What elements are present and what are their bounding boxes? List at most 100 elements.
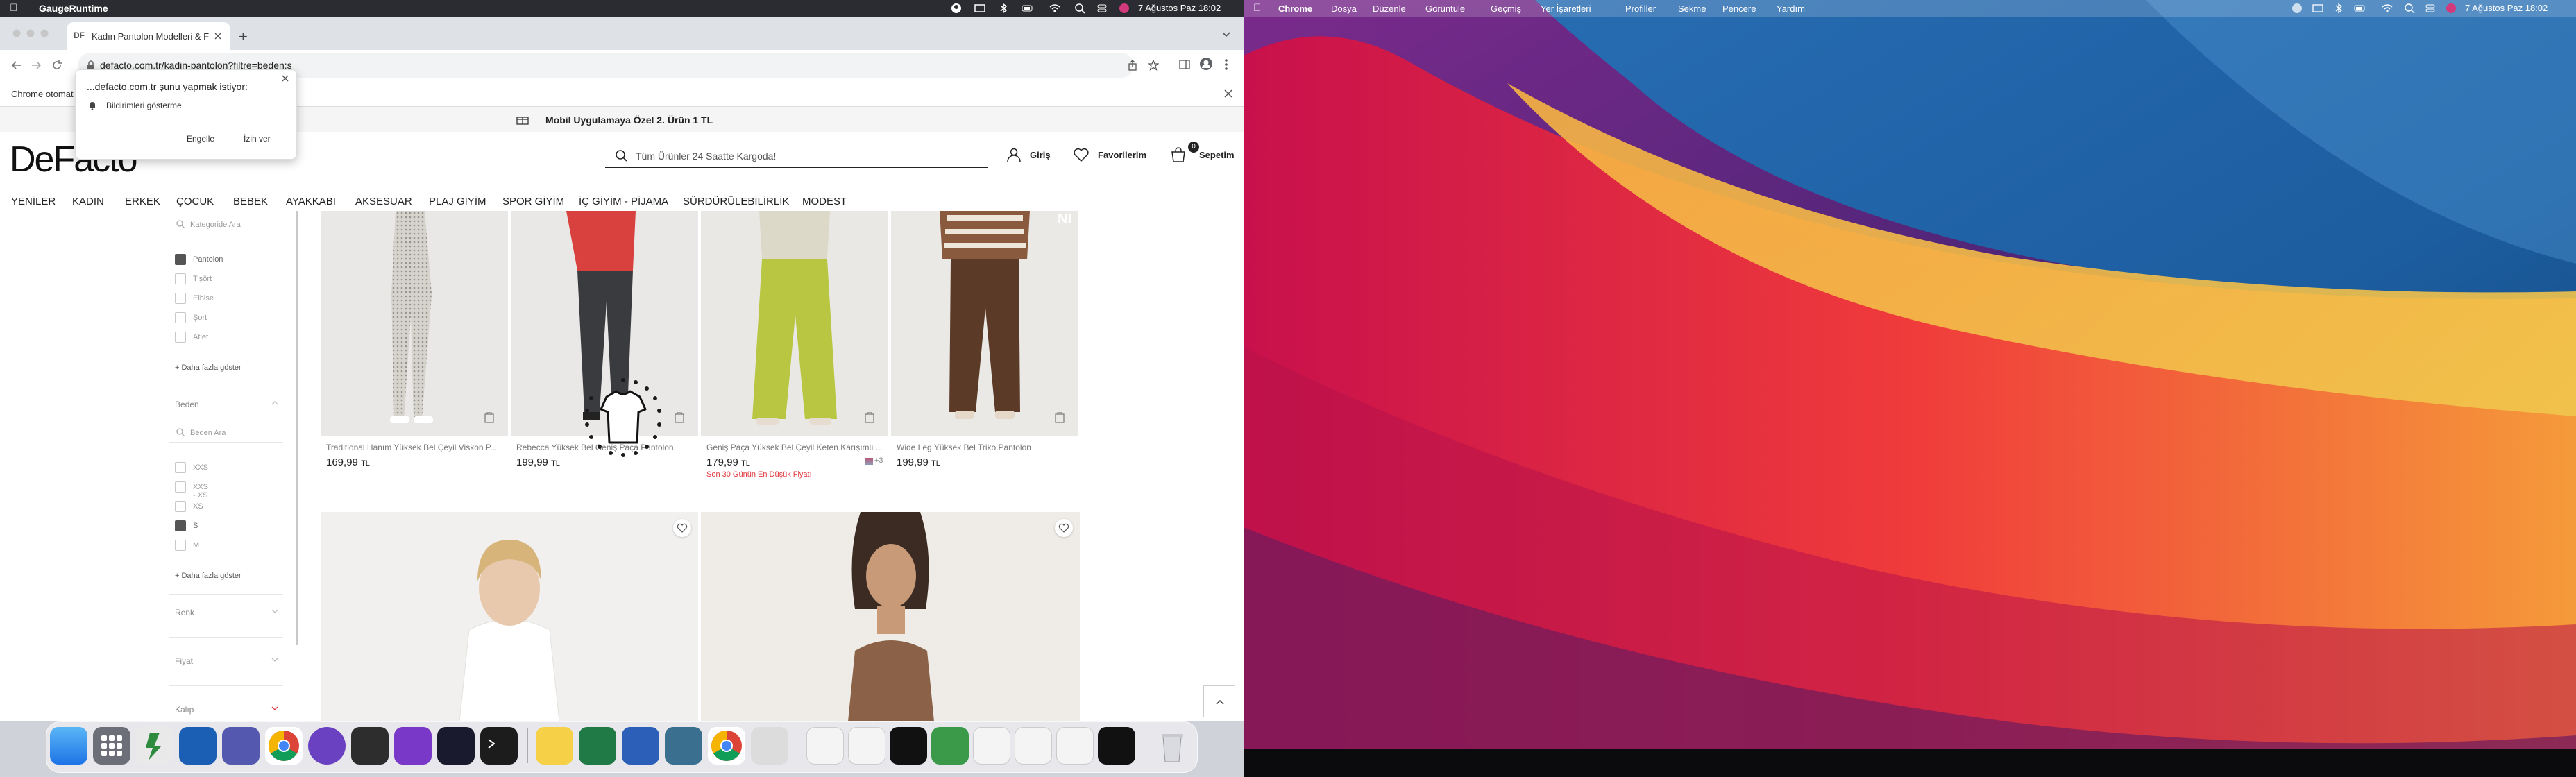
- menu-history[interactable]: Geçmiş: [1491, 3, 1521, 14]
- menu-file[interactable]: Dosya: [1331, 3, 1357, 14]
- chevron-down-icon[interactable]: [271, 608, 279, 615]
- favorites-link[interactable]: Favorilerim: [1098, 150, 1146, 160]
- checkbox[interactable]: [175, 293, 186, 304]
- product-name[interactable]: Traditional Hanım Yüksek Bel Çeyil Visko…: [326, 443, 504, 452]
- recent-window-thumb[interactable]: [973, 727, 1010, 765]
- chevron-down-icon[interactable]: [271, 656, 279, 663]
- nav-surdurulebilirlik[interactable]: SÜRDÜRÜLEBİLİRLİK: [683, 196, 789, 207]
- apple-icon[interactable]: : [10, 2, 17, 14]
- zoom-window-icon[interactable]: [40, 29, 49, 37]
- menu-view[interactable]: Görüntüle: [1425, 3, 1465, 14]
- allow-button[interactable]: İzin ver: [244, 134, 271, 144]
- trash-icon[interactable]: [1153, 727, 1191, 765]
- chrome-icon[interactable]: [265, 727, 303, 765]
- checkbox[interactable]: [175, 540, 186, 551]
- search-icon[interactable]: [2404, 3, 2415, 14]
- more-categories-link[interactable]: + Daha fazla göster: [175, 364, 242, 372]
- checkbox[interactable]: [175, 501, 186, 512]
- favorite-heart-icon[interactable]: [1055, 519, 1073, 537]
- terminal-icon[interactable]: [480, 727, 518, 765]
- cart-icon[interactable]: [1170, 147, 1187, 162]
- checkbox[interactable]: [175, 332, 186, 343]
- close-window-icon[interactable]: [12, 29, 21, 37]
- excel-icon[interactable]: [579, 727, 616, 765]
- product-card[interactable]: NI: [891, 211, 1078, 436]
- color-filter-header[interactable]: Renk: [175, 608, 194, 617]
- popup-close-icon[interactable]: [281, 74, 289, 83]
- menu-tab[interactable]: Sekme: [1678, 3, 1706, 14]
- battery-icon[interactable]: [1022, 3, 1033, 14]
- control-center-icon[interactable]: [1096, 3, 1108, 14]
- chrome-icon-2[interactable]: [708, 727, 745, 765]
- menu-window[interactable]: Pencere: [1722, 3, 1756, 14]
- arc-icon[interactable]: [308, 727, 346, 765]
- menu-chrome[interactable]: Chrome: [1278, 3, 1312, 14]
- nav-bebek[interactable]: BEBEK: [233, 196, 268, 207]
- clock-left[interactable]: 7 Ağustos Paz 18:02: [1138, 3, 1221, 13]
- checkbox[interactable]: [175, 312, 186, 323]
- nav-ic-giyim[interactable]: İÇ GİYİM - PİJAMA: [579, 196, 668, 207]
- nav-aksesuar[interactable]: AKSESUAR: [355, 196, 412, 207]
- size-filter-header[interactable]: Beden: [175, 400, 199, 409]
- tab-active[interactable]: DF Kadın Pantolon Modelleri & Fiy: [67, 22, 230, 50]
- reload-icon[interactable]: [51, 60, 62, 71]
- display-icon[interactable]: [2312, 3, 2323, 14]
- recent-window-thumb[interactable]: [931, 727, 969, 765]
- user-icon[interactable]: [951, 3, 962, 14]
- wifi-icon[interactable]: [1049, 3, 1060, 14]
- onenote-icon[interactable]: [394, 727, 432, 765]
- menu-edit[interactable]: Düzenle: [1373, 3, 1406, 14]
- gauge-app-icon[interactable]: [136, 727, 173, 765]
- nav-modest[interactable]: MODEST: [802, 196, 847, 207]
- heart-icon[interactable]: [1073, 147, 1090, 162]
- chevron-up-icon[interactable]: [271, 400, 279, 407]
- fit-filter-header[interactable]: Kalıp: [175, 705, 194, 715]
- swatch-more-count[interactable]: +3: [874, 456, 883, 465]
- battery-icon[interactable]: [2354, 3, 2366, 14]
- preview-icon[interactable]: [665, 727, 702, 765]
- nav-ayakkabi[interactable]: AYAKKABI: [286, 196, 336, 207]
- nav-erkek[interactable]: ERKEK: [125, 196, 160, 207]
- category-search-input[interactable]: Kategoride Ara: [169, 215, 283, 234]
- quick-add-icon[interactable]: [673, 411, 686, 423]
- menu-help[interactable]: Yardım: [1777, 3, 1805, 14]
- siri-icon[interactable]: [2446, 3, 2457, 14]
- price-filter-header[interactable]: Fiyat: [175, 656, 193, 666]
- recent-window-thumb[interactable]: [1098, 727, 1135, 765]
- nav-kadin[interactable]: KADIN: [72, 196, 104, 207]
- size-search-input[interactable]: Beden Ara: [169, 423, 283, 443]
- display-icon[interactable]: [974, 3, 985, 14]
- cart-link[interactable]: Sepetim: [1199, 150, 1235, 160]
- control-center-icon[interactable]: [2425, 3, 2436, 14]
- recent-window-thumb[interactable]: [1015, 727, 1052, 765]
- more-sizes-link[interactable]: + Daha fazla göster: [175, 572, 242, 580]
- product-card[interactable]: [701, 211, 888, 436]
- nav-cocuk[interactable]: ÇOCUK: [176, 196, 214, 207]
- favorite-heart-icon[interactable]: [673, 519, 691, 537]
- quick-add-icon[interactable]: [1053, 411, 1066, 423]
- recent-window-thumb[interactable]: [848, 727, 886, 765]
- nav-spor-giyim[interactable]: SPOR GİYİM: [502, 196, 564, 207]
- checkbox[interactable]: [175, 520, 186, 531]
- finder-icon[interactable]: [50, 727, 87, 765]
- search-box[interactable]: Tüm Ürünler 24 Saatte Kargoda!: [605, 144, 988, 168]
- intellij-icon[interactable]: [437, 727, 475, 765]
- tab-search-icon[interactable]: [1221, 29, 1231, 39]
- minimize-window-icon[interactable]: [26, 29, 35, 37]
- quick-add-icon[interactable]: [483, 411, 495, 423]
- word-icon[interactable]: [622, 727, 659, 765]
- back-to-top-button[interactable]: [1203, 685, 1235, 717]
- clock-right[interactable]: 7 Ağustos Paz 18:02: [2465, 3, 2548, 13]
- recent-window-thumb[interactable]: [806, 727, 844, 765]
- profile-avatar-icon[interactable]: [1199, 57, 1213, 71]
- side-panel-icon[interactable]: [1178, 58, 1191, 71]
- recent-window-thumb[interactable]: [1056, 727, 1094, 765]
- nav-yeniler[interactable]: YENİLER: [11, 196, 56, 207]
- outlook-icon[interactable]: [179, 727, 217, 765]
- infobar-close-icon[interactable]: [1224, 89, 1232, 98]
- share-icon[interactable]: [1127, 60, 1138, 71]
- sidebar-scrollbar[interactable]: [296, 211, 298, 645]
- product-card[interactable]: [321, 512, 698, 722]
- back-icon[interactable]: [11, 60, 22, 71]
- chrome-menu-icon[interactable]: [1224, 58, 1228, 71]
